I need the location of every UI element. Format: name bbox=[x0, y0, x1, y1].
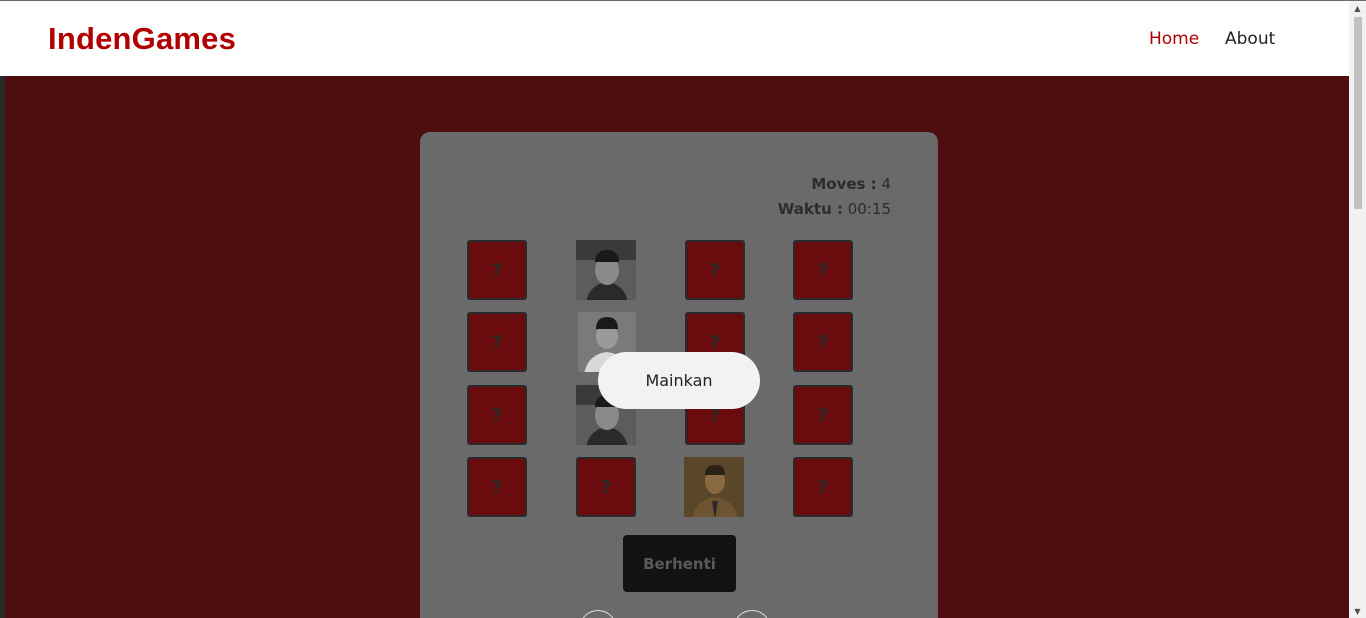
play-button[interactable]: Mainkan bbox=[598, 352, 760, 409]
round-button-left[interactable] bbox=[579, 610, 617, 618]
brand-logo[interactable]: IndenGames bbox=[48, 21, 236, 57]
card-hidden[interactable]: ? bbox=[467, 457, 527, 517]
card-hidden[interactable]: ? bbox=[685, 240, 745, 300]
card-hidden[interactable]: ? bbox=[793, 312, 853, 372]
card-hidden[interactable]: ? bbox=[576, 457, 636, 517]
card-hidden[interactable]: ? bbox=[467, 385, 527, 445]
moves-label: Moves : bbox=[811, 175, 877, 193]
card-hidden[interactable]: ? bbox=[467, 312, 527, 372]
nav-link-about[interactable]: About bbox=[1225, 29, 1275, 49]
scroll-up-icon[interactable]: ▲ bbox=[1349, 1, 1366, 15]
navbar: IndenGames Home About bbox=[0, 1, 1349, 76]
moves-value: 4 bbox=[881, 175, 891, 193]
scroll-down-icon[interactable]: ▼ bbox=[1349, 604, 1366, 618]
card-hidden[interactable]: ? bbox=[793, 457, 853, 517]
portrait-man-sepia-icon bbox=[684, 457, 744, 517]
card-hidden[interactable]: ? bbox=[793, 240, 853, 300]
card-revealed-portrait[interactable] bbox=[576, 240, 636, 300]
card-hidden[interactable]: ? bbox=[793, 385, 853, 445]
scroll-thumb[interactable] bbox=[1354, 17, 1362, 209]
card-revealed-portrait[interactable] bbox=[684, 457, 744, 517]
round-button-right[interactable] bbox=[733, 610, 771, 618]
stop-button[interactable]: Berhenti bbox=[623, 535, 736, 592]
vertical-scrollbar[interactable]: ▲ ▼ bbox=[1349, 1, 1366, 618]
moves-counter: Moves : 4 bbox=[811, 175, 891, 193]
time-label: Waktu : bbox=[777, 200, 843, 218]
time-value: 00:15 bbox=[847, 200, 891, 218]
timer: Waktu : 00:15 bbox=[778, 200, 891, 218]
portrait-man-peci-icon bbox=[576, 240, 636, 300]
nav-link-home[interactable]: Home bbox=[1149, 29, 1199, 49]
main-left-edge bbox=[0, 76, 5, 618]
card-hidden[interactable]: ? bbox=[467, 240, 527, 300]
